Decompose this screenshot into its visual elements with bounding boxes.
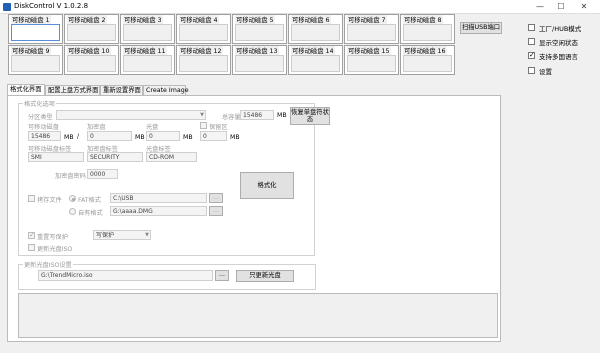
own-path-field[interactable]: G:\aaaa.DMG xyxy=(110,206,207,216)
factory-hub-mode-checkbox[interactable] xyxy=(528,24,535,31)
disk-slot-label: 可移动磁盘 1 xyxy=(11,15,51,24)
reserved-area-size-field[interactable]: 0 xyxy=(200,131,227,141)
disk-slot-label: 可移动磁盘 6 xyxy=(291,15,331,24)
encrypted-disk-size-field[interactable]: 0 xyxy=(87,131,132,141)
disk-slot-label: 可移动磁盘 10 xyxy=(67,46,111,55)
disk-slot-label: 可移动磁盘 16 xyxy=(403,46,447,55)
factory-hub-mode-label: 工厂/HUB模式 xyxy=(539,25,582,33)
own-browse-button[interactable]: ... xyxy=(209,206,223,216)
removable-disk-label: 可移动磁盘 xyxy=(28,124,59,131)
partition-type-dropdown[interactable]: ▼ xyxy=(56,110,206,120)
chevron-down-icon: ▼ xyxy=(145,232,149,238)
disk-slot-11[interactable]: 可移动磁盘 11 xyxy=(120,45,175,75)
keep-files-label: 拷存文件 xyxy=(37,197,62,204)
disk-slot-7[interactable]: 可移动磁盘 7 xyxy=(344,14,399,44)
minimize-button[interactable]: — xyxy=(530,0,550,13)
multi-language-checkbox[interactable] xyxy=(528,51,535,59)
disk-slot-15[interactable]: 可移动磁盘 15 xyxy=(344,45,399,75)
total-capacity-unit: MB xyxy=(277,112,287,119)
fat-browse-button[interactable]: ... xyxy=(209,193,223,203)
disk-slot-5[interactable]: 可移动磁盘 5 xyxy=(232,14,287,44)
disk-slot-label: 可移动磁盘 15 xyxy=(347,46,391,55)
encrypted-disk-password-field[interactable]: 0000 xyxy=(87,169,118,179)
disk-slot-label: 可移动磁盘 13 xyxy=(235,46,279,55)
title-bar xyxy=(0,0,600,14)
disk-slot-4[interactable]: 可移动磁盘 4 xyxy=(176,14,231,44)
size-separator: / xyxy=(77,133,80,140)
disk-slot-14[interactable]: 可移动磁盘 14 xyxy=(288,45,343,75)
update-cd-iso-checkbox[interactable] xyxy=(28,244,35,251)
disk-slot-6[interactable]: 可移动磁盘 6 xyxy=(288,14,343,44)
format-options-group-label: 格式化选项 xyxy=(23,99,56,108)
disk-slot-label: 可移动磁盘 3 xyxy=(123,15,163,24)
disk-slot-label: 可移动磁盘 12 xyxy=(179,46,223,55)
total-capacity-field: 15486 xyxy=(240,110,274,120)
fat-format-radio[interactable] xyxy=(69,195,76,202)
iso-path-field[interactable]: G:\TrendMicro.iso xyxy=(38,270,213,281)
partition-type-label: 分区类型 xyxy=(28,114,53,121)
show-idle-status-checkbox[interactable] xyxy=(528,38,535,45)
disk-slot-2[interactable]: 可移动磁盘 2 xyxy=(64,14,119,44)
settings-label: 设置 xyxy=(539,68,552,76)
maximize-button[interactable]: ☐ xyxy=(551,0,571,13)
fat-path-field[interactable]: C:\USB xyxy=(110,193,207,203)
total-capacity-label: 总容量 xyxy=(222,114,241,121)
disk-slot-label: 可移动磁盘 14 xyxy=(291,46,335,55)
settings-checkbox[interactable] xyxy=(528,67,535,74)
iso-update-group-label: 更新光盘ISO设置 xyxy=(23,260,73,269)
disk-slot-label: 可移动磁盘 5 xyxy=(235,15,275,24)
keep-files-checkbox[interactable] xyxy=(28,195,35,202)
reserved-area-label: 保留区 xyxy=(209,124,228,131)
removable-disk-tag-field[interactable]: SMI xyxy=(28,152,84,162)
disk-slot-label: 可移动磁盘 4 xyxy=(179,15,219,24)
update-cd-only-button[interactable]: 只更新光盘 xyxy=(236,270,294,282)
cd-label: 光盘 xyxy=(146,124,159,131)
cd-size-field[interactable]: 0 xyxy=(146,131,180,141)
own-format-radio[interactable] xyxy=(69,208,76,215)
window-title: DiskControl V 1.0.2.8 xyxy=(14,2,89,10)
encrypted-disk-password-label: 加密盘密码 xyxy=(55,173,86,180)
disk-slot-12[interactable]: 可移动磁盘 12 xyxy=(176,45,231,75)
disk-slot-label: 可移动磁盘 2 xyxy=(67,15,107,24)
disk-slot-13[interactable]: 可移动磁盘 13 xyxy=(232,45,287,75)
scan-usb-button[interactable]: 扫描USB端口 xyxy=(460,22,502,34)
disk-slot-3[interactable]: 可移动磁盘 3 xyxy=(120,14,175,44)
disk-slot-label: 可移动磁盘 11 xyxy=(123,46,167,55)
chevron-down-icon: ▼ xyxy=(200,112,204,118)
iso-browse-button[interactable]: ... xyxy=(215,270,229,281)
disk-slot-16[interactable]: 可移动磁盘 16 xyxy=(400,45,455,75)
update-cd-iso-label: 更新光盘ISO xyxy=(37,246,73,253)
cd-tag-field[interactable]: CD-ROM xyxy=(146,152,197,162)
removable-disk-size-field[interactable]: 15486 xyxy=(28,131,61,141)
disk-slot-1[interactable]: 可移动磁盘 1 xyxy=(8,14,63,44)
show-idle-status-label: 显示空闲状态 xyxy=(539,39,578,47)
log-output-area[interactable] xyxy=(18,293,498,338)
encrypted-disk-label: 加密盘 xyxy=(87,124,106,131)
reserved-area-unit: MB xyxy=(230,134,240,141)
disk-slot-8[interactable]: 可移动磁盘 8 xyxy=(400,14,455,44)
app-icon xyxy=(3,3,11,11)
encrypted-disk-tag-field[interactable]: SECURITY xyxy=(87,152,143,162)
encrypted-disk-unit: MB xyxy=(135,134,145,141)
disk-slot-9[interactable]: 可移动磁盘 9 xyxy=(8,45,63,75)
disk-slot-label: 可移动磁盘 9 xyxy=(11,46,51,55)
restore-single-drive-button[interactable]: 恢复单盘符状态 xyxy=(290,107,330,125)
reset-write-protect-label: 重置写保护 xyxy=(37,234,68,241)
format-button[interactable]: 格式化 xyxy=(240,172,294,199)
own-format-label: 自有格式 xyxy=(78,210,103,217)
reset-write-protect-checkbox[interactable] xyxy=(28,231,35,239)
reserved-area-checkbox[interactable] xyxy=(200,122,207,129)
cd-unit: MB xyxy=(183,134,193,141)
removable-disk-unit: MB xyxy=(64,134,74,141)
disk-slot-label: 可移动磁盘 8 xyxy=(403,15,443,24)
multi-language-label: 支持多国语言 xyxy=(539,53,578,61)
write-protect-dropdown[interactable]: 写保护 ▼ xyxy=(93,230,151,240)
fat-format-label: FAT格式 xyxy=(78,197,101,204)
disk-slot-label: 可移动磁盘 7 xyxy=(347,15,387,24)
close-button[interactable]: ✕ xyxy=(574,0,594,13)
disk-slot-10[interactable]: 可移动磁盘 10 xyxy=(64,45,119,75)
